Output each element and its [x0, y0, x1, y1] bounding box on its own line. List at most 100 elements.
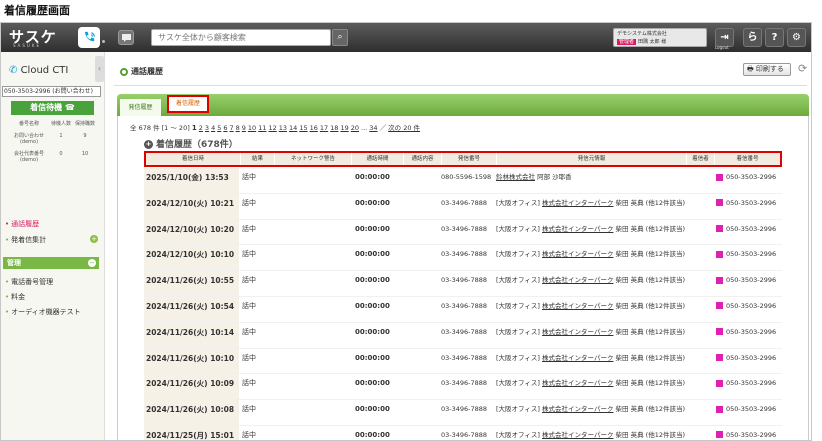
page-link[interactable]: 11 — [258, 124, 266, 132]
company-link[interactable]: 株式会社インターパーク — [542, 302, 613, 310]
marker-icon — [716, 431, 723, 439]
page-link[interactable]: 12 — [268, 124, 276, 132]
page-link[interactable]: 6 — [223, 124, 227, 132]
page-link[interactable]: 15 — [299, 124, 307, 132]
collapse-sidebar-button[interactable]: ‹ — [95, 56, 104, 82]
table-row[interactable]: 2024/11/26(火) 10:14 話中 00:00:00 03-3496-788… — [144, 322, 782, 349]
col-duration: 通話時間 — [352, 153, 404, 165]
cell-receiving-number: 050-3503-2996 — [713, 374, 782, 399]
management-header[interactable]: − 管理 — [3, 257, 99, 269]
company-link[interactable]: 株式会社インターパーク — [542, 276, 613, 284]
cell-receiving-number: 050-3503-2996 — [713, 194, 782, 219]
next-page-link[interactable]: 次の 20 件 — [388, 124, 420, 132]
caller-info-suffix: 柴田 英典 (他12件該当) — [613, 224, 685, 233]
cell-network-warning — [273, 194, 350, 219]
page-link[interactable]: 19 — [340, 124, 348, 132]
company-link[interactable]: 鈴林株式会社 — [496, 173, 535, 181]
receiving-number-text: 050-3503-2996 — [726, 198, 777, 207]
page-link[interactable]: 14 — [289, 124, 297, 132]
page-link[interactable]: 7 — [229, 124, 233, 132]
table-row[interactable]: 2024/11/26(火) 10:08 話中 00:00:00 03-3496-788… — [144, 400, 782, 426]
company-name: デモシステム株式会社 — [617, 31, 667, 37]
table-row[interactable]: 2024/11/26(火) 10:55 話中 00:00:00 03-3496-788… — [144, 271, 782, 297]
marker-icon — [716, 276, 723, 284]
number-select[interactable]: 050-3503-2996 (お問い合わせ) — [2, 86, 101, 97]
nav-call-stats[interactable]: • 発着信集計 — [5, 235, 46, 245]
caller-info-suffix: 柴田 英典 (他12件該当) — [613, 353, 685, 362]
nav-audio-test[interactable]: • オーディオ機器テスト — [5, 307, 81, 317]
table-row[interactable]: 2024/11/26(火) 10:10 話中 00:00:00 03-3496-788… — [144, 348, 782, 375]
cell-datetime: 2024/11/26(火) 10:10 — [144, 348, 239, 374]
page-link[interactable]: 17 — [320, 124, 328, 132]
cell-receiving-number: 050-3503-2996 — [713, 323, 782, 348]
refresh-icon[interactable]: ⟳ — [798, 62, 807, 75]
tab-incoming-history[interactable]: 着信履歴 — [167, 95, 209, 113]
cell-receiver — [685, 194, 713, 219]
printer-icon: 🖶 — [747, 65, 754, 73]
wait-button[interactable]: 着信待機 ☎ — [11, 101, 94, 115]
table-row[interactable]: 2024/12/10(火) 10:21 話中 00:00:00 03-3496-788… — [144, 193, 782, 220]
page-link-last[interactable]: 34 — [369, 124, 377, 132]
table-row[interactable]: 2024/12/10(火) 10:20 話中 00:00:00 03-3496-788… — [144, 219, 782, 246]
cell-caller-info: [大阪オフィス] 株式会社インターパーク 柴田 英典 (他12件該当) — [495, 245, 685, 270]
print-button[interactable]: 🖶 印刷する — [743, 63, 791, 76]
help-icon[interactable]: ? — [765, 28, 784, 47]
cell-caller-number: 03-3496-7888 — [441, 327, 488, 336]
page-link[interactable]: 16 — [310, 124, 318, 132]
collapse-minus-icon[interactable]: − — [88, 259, 96, 267]
nav-pricing[interactable]: • 料金 — [5, 292, 81, 302]
table-row[interactable]: 2024/11/26(火) 10:09 話中 00:00:00 03-3496-788… — [144, 374, 782, 401]
company-link[interactable]: 株式会社インターパーク — [542, 379, 613, 387]
divider — [114, 85, 807, 86]
phone-icon[interactable] — [78, 27, 100, 48]
page-link[interactable]: 9 — [242, 124, 246, 132]
section-title: + 着信履歴（678件） — [144, 137, 238, 150]
status-table: 番号名称 待機人数 保持職数 お問い合わせ(demo) 1 9 会社代表番号(d… — [9, 121, 99, 169]
company-link[interactable]: 株式会社インターパーク — [542, 225, 613, 233]
status-row-name: 会社代表番号(demo) — [13, 151, 44, 163]
company-link[interactable]: 株式会社インターパーク — [542, 354, 613, 362]
status-row-wait: 1 — [59, 133, 63, 139]
page-link[interactable]: 10 — [248, 124, 256, 132]
sasuke-icon[interactable]: ら — [743, 28, 762, 47]
management-title: 管理 — [7, 259, 21, 267]
table-row[interactable]: 2025/1/10(金) 13:53 話中 00:00:00 080-5596-159… — [144, 168, 782, 194]
page-link[interactable]: 13 — [279, 124, 287, 132]
expand-icon[interactable]: + — [144, 140, 153, 149]
table-row[interactable]: 2024/12/10(火) 10:10 話中 00:00:00 03-3496-788… — [144, 245, 782, 272]
cell-duration: 00:00:00 — [355, 353, 390, 362]
receiving-number-text: 050-3503-2996 — [726, 250, 777, 259]
cell-content — [402, 374, 440, 399]
cell-datetime: 2024/11/25(月) 15:01 — [144, 425, 239, 440]
company-link[interactable]: 株式会社インターパーク — [542, 431, 613, 439]
page-link[interactable]: 3 — [205, 124, 209, 132]
cell-content — [402, 349, 440, 374]
tab-outgoing-history[interactable]: 発信履歴 — [120, 99, 161, 116]
cell-content — [402, 323, 440, 348]
table-row[interactable]: 2024/11/26(火) 10:54 話中 00:00:00 03-3496-788… — [144, 296, 782, 323]
company-link[interactable]: 株式会社インターパーク — [542, 199, 613, 207]
cell-receiver — [685, 323, 713, 348]
chat-icon[interactable] — [118, 30, 134, 45]
gear-icon[interactable]: ⚙ — [787, 28, 806, 47]
nav-phone-number-management[interactable]: • 電話番号管理 — [5, 277, 81, 287]
page-link[interactable]: 5 — [217, 124, 221, 132]
cell-caller-number: 03-3496-7888 — [441, 276, 488, 285]
page-link[interactable]: 4 — [211, 124, 215, 132]
nav-call-history[interactable]: • 通話履歴 — [5, 219, 46, 229]
company-link[interactable]: 株式会社インターパーク — [542, 328, 613, 336]
company-link[interactable]: 株式会社インターパーク — [542, 405, 613, 413]
customer-search-input[interactable]: サスケ全体から顧客検索 — [151, 29, 331, 46]
search-icon[interactable]: ⌕ — [332, 29, 348, 46]
cell-network-warning — [273, 297, 350, 322]
cell-caller-info: [大阪オフィス] 株式会社インターパーク 柴田 英典 (他12件該当) — [495, 194, 685, 219]
company-user-box: デモシステム株式会社 管理者 田隅 太郎 様 — [613, 28, 707, 47]
page-link[interactable]: 18 — [330, 124, 338, 132]
expand-plus-icon[interactable]: + — [90, 235, 98, 243]
company-link[interactable]: 株式会社インターパーク — [542, 250, 613, 258]
page-link[interactable]: 8 — [236, 124, 240, 132]
page-link[interactable]: 20 — [351, 124, 359, 132]
cell-caller-info: [大阪オフィス] 株式会社インターパーク 柴田 英典 (他12件該当) — [495, 323, 685, 348]
table-row[interactable]: 2024/11/25(月) 15:01 話中 00:00:00 03-3496-788… — [144, 425, 782, 440]
page-link[interactable]: 2 — [199, 124, 203, 132]
